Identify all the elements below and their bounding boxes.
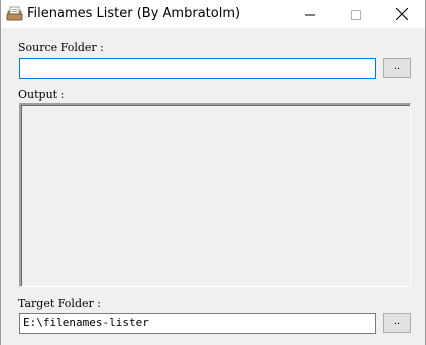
window-title: Filenames Lister (By Ambratolm)	[27, 6, 241, 21]
source-browse-button[interactable]: ..	[383, 58, 411, 78]
title-bar[interactable]: Filenames Lister (By Ambratolm)	[1, 0, 425, 28]
output-label: Output :	[18, 88, 65, 101]
close-icon	[395, 5, 409, 24]
target-browse-button[interactable]: ..	[383, 313, 411, 333]
maximize-icon	[351, 5, 361, 24]
source-folder-label: Source Folder :	[18, 41, 104, 54]
source-folder-input[interactable]	[19, 58, 376, 79]
minimize-button[interactable]	[287, 0, 333, 28]
target-folder-label: Target Folder :	[18, 297, 101, 310]
target-folder-input[interactable]: E:\filenames-lister	[19, 313, 376, 334]
app-window: Filenames Lister (By Ambratolm) Source F…	[0, 0, 426, 345]
minimize-icon	[305, 5, 315, 24]
app-icon	[6, 5, 23, 22]
maximize-button[interactable]	[333, 0, 379, 28]
output-area[interactable]	[19, 103, 411, 287]
close-button[interactable]	[379, 0, 425, 28]
